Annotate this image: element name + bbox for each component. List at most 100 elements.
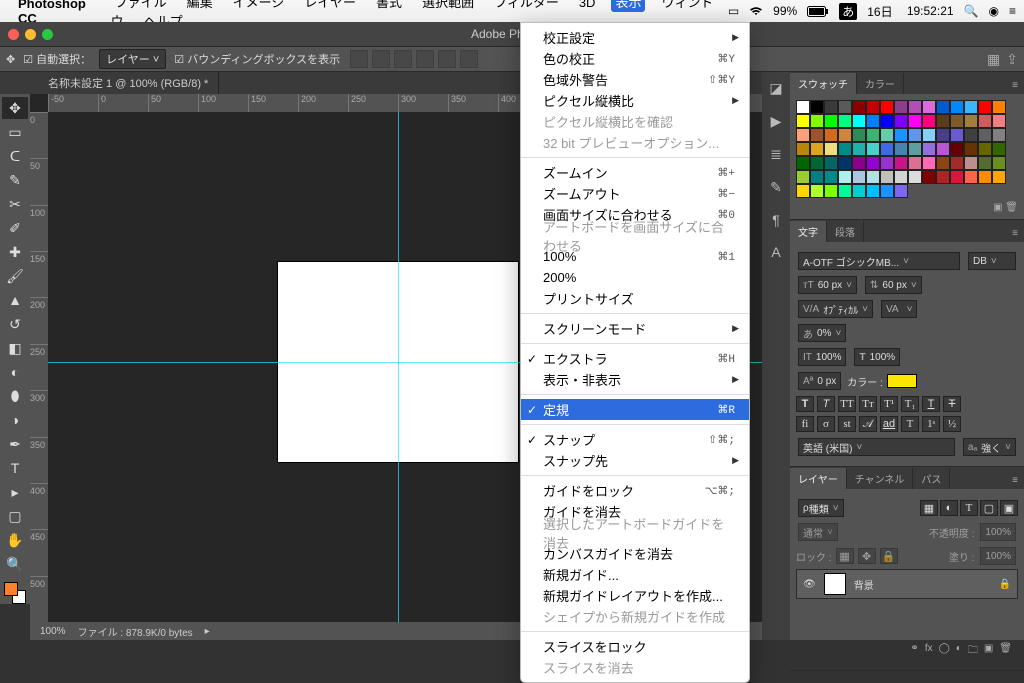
menu-書式[interactable]: 書式 — [372, 0, 406, 12]
move-tool[interactable]: ✥ — [2, 97, 28, 119]
swatch[interactable] — [950, 114, 964, 128]
swatch[interactable] — [964, 114, 978, 128]
swatch[interactable] — [810, 128, 824, 142]
brush-tool[interactable]: 🖌 — [2, 265, 28, 287]
opentype-button[interactable]: T — [901, 416, 919, 432]
swatch[interactable] — [908, 142, 922, 156]
swatch[interactable] — [880, 128, 894, 142]
swatch[interactable] — [992, 142, 1006, 156]
crop-tool[interactable]: ✂ — [2, 193, 28, 215]
layer-filter-dropdown[interactable]: ρ 種類˅ — [798, 499, 844, 517]
hscale-input[interactable]: T100% — [854, 348, 900, 366]
notification-center-icon[interactable]: ≡ — [1009, 4, 1016, 18]
swatch[interactable] — [866, 170, 880, 184]
swatch[interactable] — [810, 114, 824, 128]
pen-tool[interactable]: ✒ — [2, 433, 28, 455]
swatch[interactable] — [866, 128, 880, 142]
swatch[interactable] — [810, 170, 824, 184]
lasso-tool[interactable]: ᑕ — [2, 145, 28, 167]
menu-item[interactable]: カンバスガイドを消去 — [521, 543, 749, 564]
swatch[interactable] — [978, 142, 992, 156]
tracking-input[interactable]: VA˅ — [881, 300, 917, 318]
blend-mode-dropdown[interactable]: 通常˅ — [798, 523, 838, 541]
swatch[interactable] — [978, 156, 992, 170]
swatch[interactable] — [964, 142, 978, 156]
swatch[interactable] — [908, 128, 922, 142]
layer-thumbnail[interactable] — [824, 573, 846, 595]
swatch[interactable] — [992, 170, 1006, 184]
swatch[interactable] — [796, 100, 810, 114]
auto-select-checkbox[interactable]: 自動選択： — [23, 51, 91, 67]
opentype-button[interactable]: σ — [817, 416, 835, 432]
swatch[interactable] — [838, 128, 852, 142]
swatch[interactable] — [866, 184, 880, 198]
swatch[interactable] — [880, 184, 894, 198]
swatch[interactable] — [950, 156, 964, 170]
zoom-tool[interactable]: 🔍 — [2, 553, 28, 575]
swatch[interactable] — [866, 156, 880, 170]
swatch[interactable] — [922, 114, 936, 128]
hand-tool[interactable]: ✋ — [2, 529, 28, 551]
panel-icon[interactable]: ✎ — [770, 179, 782, 196]
swatch[interactable] — [824, 184, 838, 198]
dodge-tool[interactable]: ◑ — [2, 409, 28, 431]
menu-item[interactable]: 校正設定 — [521, 27, 749, 48]
swatch[interactable] — [978, 100, 992, 114]
menu-レイヤー[interactable]: レイヤー — [300, 0, 360, 12]
menu-item[interactable]: ✓エクストラ⌘H — [521, 348, 749, 369]
kerning-dropdown[interactable]: V/Aｵﾌﾟﾃｨｶﾙ˅ — [798, 300, 873, 318]
swatch[interactable] — [796, 142, 810, 156]
leading-input[interactable]: ⇅60 px˅ — [865, 276, 922, 294]
new-swatch-icon[interactable]: ▣ — [993, 202, 1002, 213]
opacity-input[interactable]: 100% — [980, 523, 1016, 541]
swatch[interactable] — [880, 170, 894, 184]
filter-smart-icon[interactable]: ▣ — [1000, 500, 1018, 516]
quick-select-tool[interactable]: ✎ — [2, 169, 28, 191]
menu-イメージ[interactable]: イメージ — [229, 0, 289, 12]
panel-icon[interactable]: ◪ — [769, 80, 782, 97]
blur-tool[interactable]: ⬮ — [2, 385, 28, 407]
arrange-icon[interactable]: ▦ — [987, 51, 1000, 68]
eyedropper-tool[interactable]: ✐ — [2, 217, 28, 239]
swatch[interactable] — [992, 114, 1006, 128]
tab-paths[interactable]: パス — [913, 468, 950, 489]
swatch[interactable] — [824, 128, 838, 142]
close-window-button[interactable] — [8, 29, 19, 40]
gradient-tool[interactable]: ◐ — [2, 361, 28, 383]
zoom-level[interactable]: 100% — [40, 626, 66, 637]
healing-tool[interactable]: ✚ — [2, 241, 28, 263]
text-color-chip[interactable] — [887, 374, 917, 388]
panel-icon[interactable]: ¶ — [772, 212, 780, 228]
opentype-button[interactable]: st — [838, 416, 856, 432]
allcaps-button[interactable]: TT — [838, 396, 856, 412]
type-tool[interactable]: T — [2, 457, 28, 479]
new-adjustment-icon[interactable]: ◐ — [956, 643, 962, 660]
menu-item[interactable]: 新規ガイド... — [521, 564, 749, 585]
swatch[interactable] — [936, 114, 950, 128]
tab-layers[interactable]: レイヤー — [790, 468, 847, 489]
menu-3D[interactable]: 3D — [575, 0, 600, 12]
swatch[interactable] — [992, 156, 1006, 170]
menu-item[interactable]: プリントサイズ — [521, 288, 749, 309]
swatch[interactable] — [992, 100, 1006, 114]
superscript-button[interactable]: T¹ — [880, 396, 898, 412]
swatch[interactable] — [852, 100, 866, 114]
swatch[interactable] — [922, 170, 936, 184]
layer-name[interactable]: 背景 — [854, 577, 874, 592]
swatch[interactable] — [894, 128, 908, 142]
menu-item[interactable]: スナップ先 — [521, 450, 749, 471]
swatch[interactable] — [964, 128, 978, 142]
underline-button[interactable]: T — [922, 396, 940, 412]
swatch[interactable] — [866, 114, 880, 128]
show-bbox-checkbox[interactable]: バウンディングボックスを表示 — [174, 51, 340, 67]
swatch[interactable] — [894, 100, 908, 114]
opentype-button[interactable]: ad — [880, 416, 898, 432]
new-layer-icon[interactable]: ▣ — [984, 643, 993, 660]
swatch[interactable] — [824, 142, 838, 156]
panel-menu-icon[interactable]: ≡ — [1006, 77, 1024, 94]
menu-item[interactable]: ズームアウト⌘− — [521, 183, 749, 204]
swatch[interactable] — [796, 184, 810, 198]
opentype-button[interactable]: fi — [796, 416, 814, 432]
swatch[interactable] — [936, 128, 950, 142]
swatch[interactable] — [824, 114, 838, 128]
